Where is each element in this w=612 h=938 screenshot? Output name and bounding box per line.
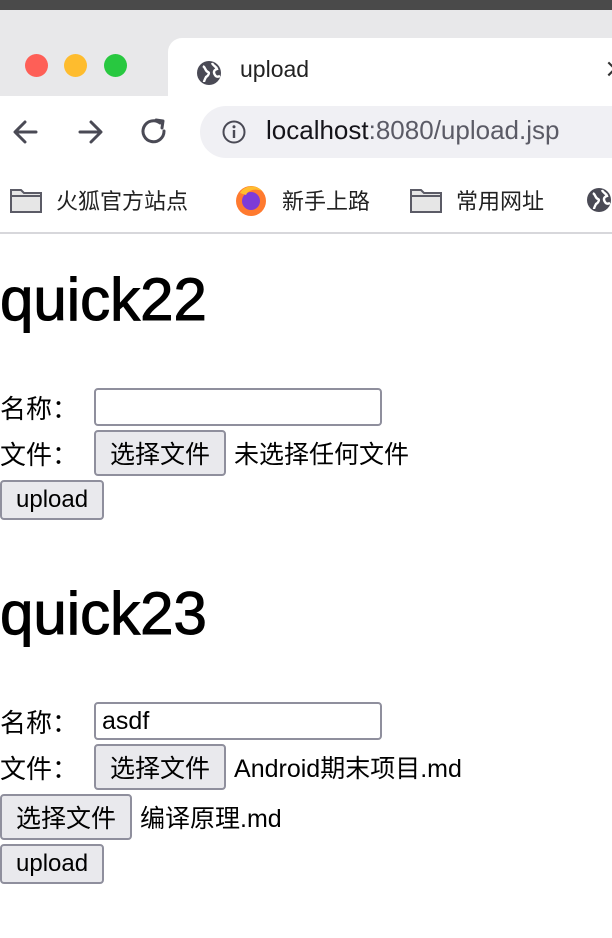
form2-upload-button[interactable]: upload — [0, 844, 105, 884]
url-text: localhost:8080/upload.jsp — [266, 115, 559, 146]
globe-icon — [197, 61, 221, 85]
url-host: localhost — [266, 115, 369, 145]
form1-choose-file-button[interactable]: 选择文件 — [94, 430, 227, 476]
form2-name-input[interactable] — [94, 702, 383, 740]
minimize-window-button[interactable] — [64, 54, 87, 77]
close-window-button[interactable] — [25, 54, 48, 77]
form2-file2-status: 编译原理.md — [140, 805, 282, 833]
form1-title: quick22 — [0, 266, 207, 333]
maximize-window-button[interactable] — [104, 54, 127, 77]
info-icon[interactable] — [222, 120, 246, 144]
forward-arrow-icon[interactable] — [72, 114, 108, 150]
bookmark-firefox-official[interactable]: 火狐官方站点 — [10, 182, 188, 218]
globe-icon — [587, 188, 611, 212]
form2-file2-row: 选择文件 编译原理.md — [0, 794, 282, 840]
form1-file-row: 文件： 选择文件 未选择任何文件 — [0, 430, 409, 476]
form1-name-row: 名称： — [0, 388, 383, 426]
firefox-icon — [236, 186, 266, 216]
form2-submit-row: upload — [0, 844, 105, 884]
tab-close-icon[interactable]: × — [604, 54, 612, 84]
form2-choose-file-button[interactable]: 选择文件 — [94, 744, 227, 790]
form2-file-status: Android期末项目.md — [234, 755, 462, 783]
tab-strip: upload × — [0, 10, 612, 106]
bookmark-label: 新手上路 — [282, 190, 371, 215]
back-arrow-icon[interactable] — [8, 114, 44, 150]
form2-choose-file2-button[interactable]: 选择文件 — [0, 794, 133, 840]
bookmark-label: 火狐官方站点 — [56, 190, 189, 215]
form1-submit-row: upload — [0, 480, 105, 520]
navigation-bar: localhost:8080/upload.jsp — [0, 96, 612, 170]
folder-icon — [410, 189, 442, 213]
form1-file-status: 未选择任何文件 — [234, 441, 410, 469]
file-label: 文件： — [0, 439, 79, 470]
form2-file-row: 文件： 选择文件 Android期末项目.md — [0, 744, 462, 790]
bookmarks-toolbar: 火狐官方站点 新手上路 常用网址 — [0, 170, 612, 234]
bookmark-common-sites[interactable]: 常用网址 — [410, 182, 544, 218]
form2-title: quick23 — [0, 580, 207, 647]
form2-name-row: 名称： — [0, 702, 383, 740]
window-top-edge — [0, 0, 612, 10]
bookmark-getting-started[interactable]: 新手上路 — [234, 182, 370, 218]
form1-upload-button[interactable]: upload — [0, 480, 105, 520]
form1-name-input[interactable] — [94, 388, 383, 426]
name-label: 名称： — [0, 393, 79, 424]
address-bar[interactable]: localhost:8080/upload.jsp — [200, 106, 612, 158]
folder-icon — [10, 189, 42, 213]
reload-icon[interactable] — [136, 114, 172, 150]
name-label: 名称： — [0, 707, 79, 738]
tab-title: upload — [240, 56, 310, 82]
bookmark-label: 常用网址 — [456, 190, 545, 215]
url-path: :8080/upload.jsp — [368, 115, 560, 145]
bookmark-globe[interactable] — [586, 182, 612, 218]
file-label: 文件： — [0, 753, 79, 784]
